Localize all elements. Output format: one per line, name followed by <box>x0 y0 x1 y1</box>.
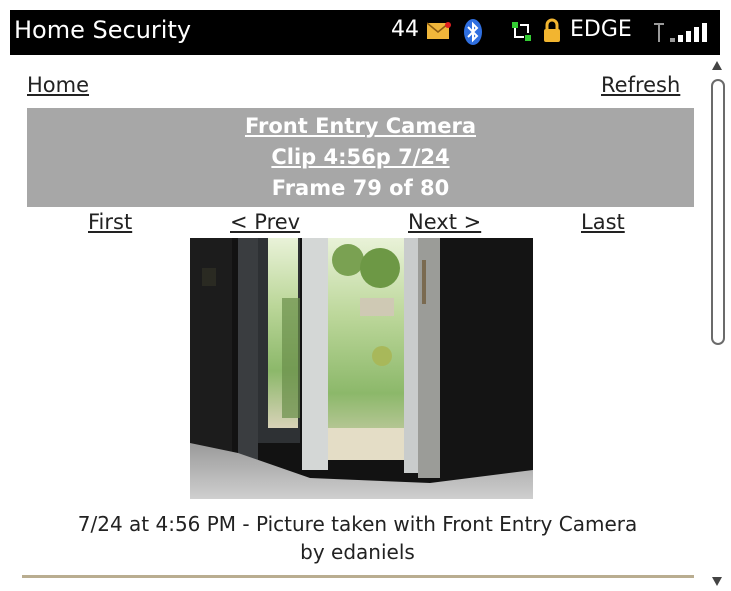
network-type: EDGE <box>570 17 632 42</box>
home-link[interactable]: Home <box>27 73 89 97</box>
lock-icon <box>544 18 560 42</box>
camera-frame-image <box>190 238 533 499</box>
scroll-down-arrow-icon[interactable] <box>712 577 722 586</box>
next-frame-link[interactable]: Next > <box>408 210 481 234</box>
page-content: Home Refresh Front Entry Camera Clip 4:5… <box>10 55 705 591</box>
network-activity-icon <box>512 22 531 41</box>
scroll-up-arrow-icon[interactable] <box>712 61 722 70</box>
signal-strength-icon <box>654 23 707 42</box>
notification-count: 44 <box>391 17 419 42</box>
refresh-link[interactable]: Refresh <box>601 73 680 97</box>
scrollbar[interactable] <box>705 55 729 591</box>
photo-caption: 7/24 at 4:56 PM - Picture taken with Fro… <box>10 510 705 566</box>
camera-header: Front Entry Camera Clip 4:56p 7/24 Frame… <box>27 108 694 207</box>
status-bar: Home Security 44 EDGE <box>10 10 720 55</box>
prev-frame-link[interactable]: < Prev <box>230 210 300 234</box>
caption-line-1: 7/24 at 4:56 PM - Picture taken with Fro… <box>77 512 638 536</box>
first-frame-link[interactable]: First <box>88 210 132 234</box>
frame-counter: Frame 79 of 80 <box>271 176 450 200</box>
bluetooth-icon <box>464 19 482 45</box>
caption-line-2: by edaniels <box>300 540 415 564</box>
clip-link[interactable]: Clip 4:56p 7/24 <box>271 145 449 169</box>
app-title: Home Security <box>14 16 192 44</box>
camera-name-link[interactable]: Front Entry Camera <box>245 114 476 138</box>
separator-line <box>22 575 694 578</box>
frame-pager: First < Prev Next > Last <box>10 210 705 240</box>
mail-notification-icon[interactable] <box>427 22 451 40</box>
scroll-thumb[interactable] <box>711 79 725 345</box>
last-frame-link[interactable]: Last <box>581 210 625 234</box>
